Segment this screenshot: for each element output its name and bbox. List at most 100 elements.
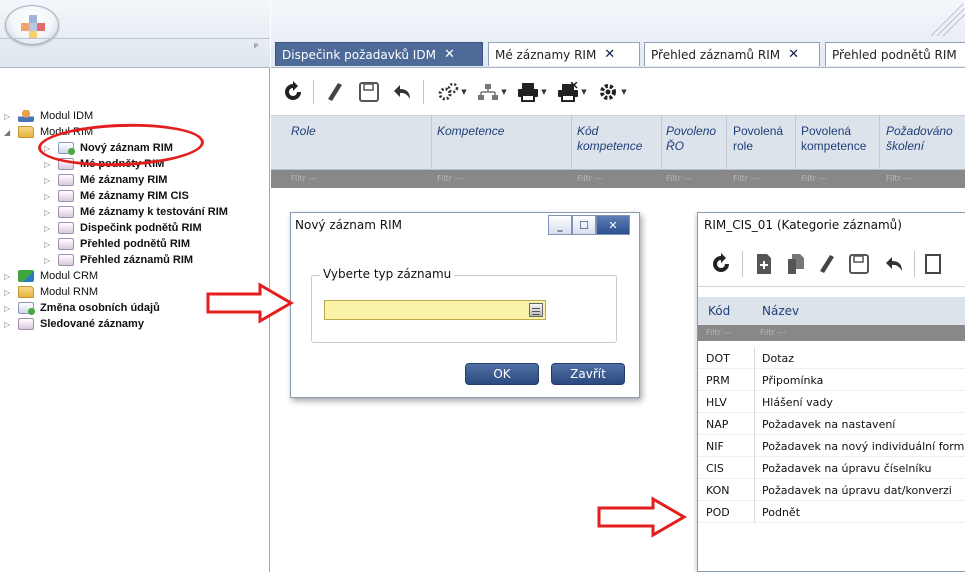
minimize-icon[interactable]: _ xyxy=(548,215,572,235)
filter-cell[interactable]: Filtr --- xyxy=(733,174,759,183)
close-record-icon[interactable] xyxy=(924,253,944,275)
cell-name: Požadavek na nastavení xyxy=(762,418,896,431)
pin-icon[interactable]: ᵖ xyxy=(254,42,258,53)
column-header-kod-kompetence[interactable]: Kód kompetence xyxy=(577,124,657,154)
column-header-povolena-role[interactable]: Povolená role xyxy=(733,124,795,154)
filter-cell[interactable]: Filtr --- xyxy=(666,174,692,183)
tree-item-modul-crm[interactable]: ▷ Modul CRM xyxy=(4,268,98,284)
filter-cell[interactable]: Filtr --- xyxy=(760,328,786,337)
close-icon[interactable]: ✕ xyxy=(596,215,630,235)
gear-menu-icon[interactable]: ▼ xyxy=(595,80,629,104)
expand-arrow-icon[interactable]: ▷ xyxy=(4,320,13,329)
record-type-combobox[interactable] xyxy=(324,300,546,320)
expand-arrow-icon[interactable]: ▷ xyxy=(44,208,53,217)
table-row[interactable]: POD Podnět xyxy=(698,501,965,523)
new-record-icon xyxy=(18,302,35,315)
tree-item-label: Změna osobních údajů xyxy=(40,302,160,314)
table-row[interactable]: NAP Požadavek na nastavení xyxy=(698,413,965,435)
lookup-toolbar xyxy=(698,243,965,287)
tree-item-zmena-osobnich-udaju[interactable]: ▷ Změna osobních údajů xyxy=(4,300,160,316)
table-row[interactable]: PRM Připomínka xyxy=(698,369,965,391)
tree-item-modul-rnm[interactable]: ▷ Modul RNM xyxy=(4,284,98,300)
panel-title: RIM_CIS_01 (Kategorie záznamů) xyxy=(704,218,902,232)
undo-icon[interactable] xyxy=(882,253,904,275)
filter-cell[interactable]: Filtr --- xyxy=(437,174,463,183)
edit-icon[interactable] xyxy=(818,253,836,275)
table-row[interactable]: NIF Požadavek na nový individuální formul… xyxy=(698,435,965,457)
close-tab-icon[interactable]: ✕ xyxy=(604,47,615,62)
table-row[interactable]: CIS Požadavek na úpravu číselníku xyxy=(698,457,965,479)
add-record-icon[interactable] xyxy=(754,253,774,275)
column-header-kod[interactable]: Kód xyxy=(708,304,730,318)
expand-arrow-icon[interactable]: ▷ xyxy=(4,272,13,281)
column-separator xyxy=(754,347,755,369)
tree-item-modul-idm[interactable]: ▷ Modul IDM xyxy=(4,108,93,124)
tab-me-zaznamy-rim[interactable]: Mé záznamy RIM ✕ xyxy=(488,42,640,66)
column-header-role[interactable]: Role xyxy=(291,124,316,139)
column-header-povoleno-ro[interactable]: Povoleno ŘO xyxy=(666,124,726,154)
close-button[interactable]: Zavřít xyxy=(551,363,625,385)
maximize-icon[interactable]: ☐ xyxy=(572,215,596,235)
copy-record-icon[interactable] xyxy=(786,253,806,275)
tree-item-me-zaznamy-rim[interactable]: ▷ Mé záznamy RIM xyxy=(44,172,167,188)
save-icon[interactable] xyxy=(848,253,870,275)
ok-button[interactable]: OK xyxy=(465,363,539,385)
column-header-povolena-kompetence[interactable]: Povolená kompetence xyxy=(801,124,881,154)
expand-arrow-icon[interactable]: ▷ xyxy=(44,224,53,233)
folder-icon xyxy=(18,126,34,138)
list-picker-icon[interactable] xyxy=(529,303,543,317)
tab-prehled-podnetu-rim[interactable]: Přehled podnětů RIM xyxy=(825,42,965,66)
collapse-arrow-icon[interactable]: ◢ xyxy=(4,128,13,137)
tree-item-dispecink-podnetu-rim[interactable]: ▷ Dispečink podnětů RIM xyxy=(44,220,202,236)
edit-icon[interactable] xyxy=(325,80,345,104)
close-tab-icon[interactable]: ✕ xyxy=(788,47,799,62)
hierarchy-menu-icon[interactable]: ▼ xyxy=(475,80,509,104)
cell-name: Připomínka xyxy=(762,374,824,387)
column-header-kompetence[interactable]: Kompetence xyxy=(437,124,504,139)
refresh-icon[interactable] xyxy=(710,253,732,275)
cell-code: CIS xyxy=(706,462,724,475)
table-row[interactable]: KON Požadavek na úpravu dat/konverzi xyxy=(698,479,965,501)
expand-arrow-icon[interactable]: ▷ xyxy=(44,240,53,249)
tree-item-me-zaznamy-k-testovani-rim[interactable]: ▷ Mé záznamy k testování RIM xyxy=(44,204,228,220)
cell-code: DOT xyxy=(706,352,730,365)
tree-item-prehled-zaznamu-rim[interactable]: ▷ Přehled záznamů RIM xyxy=(44,252,193,268)
app-menu-orb-icon[interactable] xyxy=(5,5,59,45)
expand-arrow-icon[interactable]: ▷ xyxy=(44,160,53,169)
category-lookup-panel: RIM_CIS_01 (Kategorie záznamů) Kód Název… xyxy=(697,212,965,572)
tree-item-sledovane-zaznamy[interactable]: ▷ Sledované záznamy xyxy=(4,316,144,332)
cell-name: Hlášení vady xyxy=(762,396,833,409)
expand-arrow-icon[interactable]: ▷ xyxy=(4,288,13,297)
save-icon[interactable] xyxy=(357,80,381,104)
refresh-icon[interactable] xyxy=(281,80,305,104)
tab-strip: Dispečink požadavků IDM ✕ Mé záznamy RIM… xyxy=(271,0,965,68)
filter-cell[interactable]: Filtr --- xyxy=(886,174,912,183)
filter-cell[interactable]: Filtr --- xyxy=(706,328,732,337)
expand-arrow-icon[interactable]: ▷ xyxy=(44,256,53,265)
main-toolbar: ▼ ▼ ▼ ▼ ▼ xyxy=(271,68,965,116)
dialog-title-bar[interactable]: Nový záznam RIM _ ☐ ✕ xyxy=(291,213,639,241)
tab-prehled-zaznamu-rim[interactable]: Přehled záznamů RIM ✕ xyxy=(644,42,820,66)
tree-item-label: Modul IDM xyxy=(40,110,94,122)
expand-arrow-icon[interactable]: ▷ xyxy=(4,112,13,121)
header-divider xyxy=(0,38,270,39)
tab-dispecink-pozadavku-idm[interactable]: Dispečink požadavků IDM ✕ xyxy=(275,42,483,66)
column-separator xyxy=(571,116,572,170)
expand-arrow-icon[interactable]: ▷ xyxy=(4,304,13,313)
close-tab-icon[interactable]: ✕ xyxy=(444,47,455,62)
tree-item-prehled-podnetu-rim[interactable]: ▷ Přehled podnětů RIM xyxy=(44,236,190,252)
print-menu-icon[interactable]: ▼ xyxy=(515,80,549,104)
column-header-pozadovano-skoleni[interactable]: Požadováno školení xyxy=(886,124,965,154)
settings-menu-icon[interactable]: ▼ xyxy=(435,80,469,104)
table-row[interactable]: HLV Hlášení vady xyxy=(698,391,965,413)
expand-arrow-icon[interactable]: ▷ xyxy=(44,192,53,201)
filter-cell[interactable]: Filtr --- xyxy=(291,174,317,183)
expand-arrow-icon[interactable]: ▷ xyxy=(44,176,53,185)
table-row[interactable]: DOT Dotaz xyxy=(698,347,965,369)
filter-cell[interactable]: Filtr --- xyxy=(577,174,603,183)
undo-icon[interactable] xyxy=(389,80,413,104)
tree-item-me-zaznamy-rim-cis[interactable]: ▷ Mé záznamy RIM CIS xyxy=(44,188,189,204)
column-header-nazev[interactable]: Název xyxy=(762,304,799,318)
export-menu-icon[interactable]: ▼ xyxy=(555,80,589,104)
filter-cell[interactable]: Filtr --- xyxy=(801,174,827,183)
